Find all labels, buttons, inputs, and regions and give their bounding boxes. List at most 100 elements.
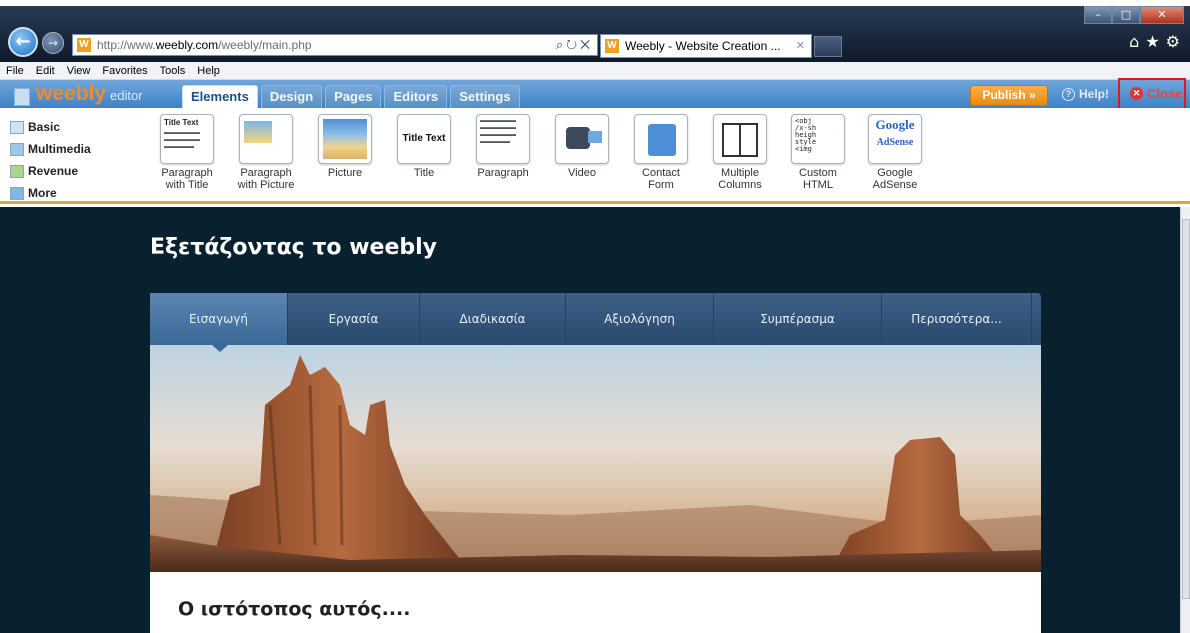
- category-revenue[interactable]: Revenue: [10, 160, 140, 182]
- nav-item-intro[interactable]: Εισαγωγή: [150, 293, 288, 352]
- element-label-line1: Paragraph: [161, 167, 213, 179]
- page-scrollbar[interactable]: [1180, 207, 1190, 633]
- tab-favicon-icon: W: [605, 39, 619, 53]
- tab-settings[interactable]: Settings: [450, 85, 520, 108]
- arrow-left-icon: ←: [15, 31, 31, 52]
- menu-edit[interactable]: Edit: [36, 65, 55, 77]
- nav-label: Περισσότερα...: [911, 312, 1002, 326]
- category-label: Basic: [28, 120, 61, 134]
- contact-card: [648, 124, 676, 156]
- code-icon: <obj/x-sh heigh style <img: [791, 114, 845, 164]
- element-paragraph-with-title[interactable]: Title Text ▬▬▬▬▬▬ ▬▬▬▬▬▬ ▬▬▬▬▬ Paragraph wi…: [153, 114, 221, 191]
- element-label-line1: Paragraph: [240, 167, 292, 179]
- browser-tools: ⌂★⚙: [1129, 32, 1186, 51]
- adsense-icon: Google AdSense: [868, 114, 922, 164]
- address-bar[interactable]: W http://www. weebly.com/weebly/main.php …: [72, 34, 598, 56]
- category-more[interactable]: More: [10, 182, 140, 204]
- menu-help[interactable]: Help: [197, 65, 220, 77]
- menu-view[interactable]: View: [67, 65, 91, 77]
- element-picture[interactable]: Picture: [314, 114, 376, 179]
- category-basic[interactable]: Basic: [10, 116, 140, 138]
- element-label-line1: Multiple: [721, 167, 759, 179]
- nav-label: Εισαγωγή: [188, 312, 248, 326]
- basic-icon: [10, 120, 24, 134]
- url-path: /weebly/main.php: [218, 38, 312, 52]
- tab-title: Weebly - Website Creation ...: [625, 39, 781, 53]
- gear-icon[interactable]: ⚙: [1166, 32, 1186, 51]
- weebly-logo-suffix: editor: [110, 88, 143, 103]
- thumb-title-text: Title Text: [164, 118, 199, 127]
- element-label-line2: with Title: [165, 179, 209, 191]
- browser-tab[interactable]: W Weebly - Website Creation ... ✕: [600, 34, 812, 58]
- paragraph-with-picture-icon: [239, 114, 293, 164]
- nav-item-evaluation[interactable]: Αξιολόγηση: [566, 293, 714, 345]
- new-tab-button[interactable]: [814, 36, 842, 57]
- content-heading[interactable]: Ο ιστότοπος αυτός....: [178, 598, 410, 620]
- element-label-line2: Columns: [718, 179, 762, 191]
- help-button[interactable]: ? Help!: [1062, 87, 1109, 101]
- revenue-icon: [10, 164, 24, 178]
- top-border: [0, 0, 1190, 6]
- weebly-logo-text: weebly: [36, 82, 107, 105]
- menu-tools[interactable]: Tools: [160, 65, 186, 77]
- stop-icon[interactable]: ✕: [580, 37, 593, 52]
- publish-button[interactable]: Publish »: [970, 85, 1048, 106]
- menu-bar: File Edit View Favorites Tools Help: [0, 62, 1190, 80]
- url-prefix: http://www.: [97, 38, 156, 52]
- nav-item-process[interactable]: Διαδικασία: [420, 293, 566, 345]
- element-paragraph[interactable]: ▬▬▬▬▬▬ ▬▬▬▬▬▬ ▬▬▬▬▬▬ ▬▬▬▬▬ Paragraph: [470, 114, 536, 179]
- element-video[interactable]: Video: [551, 114, 613, 179]
- element-multiple-columns[interactable]: Multiple Columns: [708, 114, 772, 191]
- title-icon: Title Text: [397, 114, 451, 164]
- minimize-button[interactable]: –: [1084, 6, 1112, 24]
- element-contact-form[interactable]: Contact Form: [630, 114, 692, 191]
- menu-favorites[interactable]: Favorites: [102, 65, 147, 77]
- adsense-word2: AdSense: [876, 137, 914, 148]
- search-icon[interactable]: ⌕: [556, 37, 566, 52]
- picture-icon: [318, 114, 372, 164]
- favorites-star-icon[interactable]: ★: [1145, 32, 1165, 51]
- refresh-icon[interactable]: ↻: [566, 37, 580, 52]
- menu-file[interactable]: File: [6, 65, 24, 77]
- element-google-adsense[interactable]: Google AdSense Google AdSense: [864, 114, 926, 191]
- forward-button[interactable]: →: [42, 32, 64, 54]
- element-title[interactable]: Title Text Title: [393, 114, 455, 179]
- element-label-line1: Contact: [642, 167, 680, 179]
- nav-label: Αξιολόγηση: [604, 312, 675, 326]
- elements-toolbar: Basic Multimedia Revenue More Title Text…: [0, 108, 1190, 204]
- back-button[interactable]: ←: [8, 27, 38, 57]
- nav-item-task[interactable]: Εργασία: [288, 293, 420, 345]
- home-icon[interactable]: ⌂: [1129, 32, 1145, 51]
- maximize-button[interactable]: □: [1112, 6, 1140, 24]
- element-label-line2: HTML: [803, 179, 833, 191]
- element-paragraph-with-picture[interactable]: Paragraph with Picture: [229, 114, 303, 191]
- element-label-line2: Form: [648, 179, 674, 191]
- scrollbar-thumb[interactable]: [1182, 219, 1190, 599]
- tab-design[interactable]: Design: [260, 85, 323, 108]
- arrow-right-icon: →: [47, 36, 59, 50]
- element-label: Paragraph with Picture: [229, 167, 303, 191]
- nav-label: Διαδικασία: [459, 312, 526, 326]
- category-multimedia[interactable]: Multimedia: [10, 138, 140, 160]
- category-label: Multimedia: [28, 142, 91, 156]
- tab-elements[interactable]: Elements: [182, 85, 258, 108]
- weebly-logo: weebly editor: [14, 82, 143, 106]
- element-label: Title: [393, 167, 455, 179]
- window-close-button[interactable]: ✕: [1140, 6, 1184, 24]
- tab-pages[interactable]: Pages: [325, 85, 382, 108]
- help-icon: ?: [1062, 87, 1075, 101]
- columns-icon: [713, 114, 767, 164]
- editor-tabs: Elements Design Pages Editors Settings: [182, 85, 523, 108]
- content-section[interactable]: Ο ιστότοπος αυτός....: [150, 572, 1041, 633]
- nav-item-conclusion[interactable]: Συμπέρασμα: [714, 293, 882, 345]
- tab-editors[interactable]: Editors: [384, 85, 448, 108]
- nav-item-more[interactable]: Περισσότερα...: [882, 293, 1032, 345]
- tab-close-icon[interactable]: ✕: [796, 39, 805, 52]
- element-label: Google AdSense: [864, 167, 926, 191]
- header-banner-image[interactable]: [150, 345, 1041, 572]
- element-custom-html[interactable]: <obj/x-sh heigh style <img Custom HTML: [788, 114, 848, 191]
- element-label: Contact Form: [630, 167, 692, 191]
- site-title[interactable]: Εξετάζοντας το weebly: [150, 235, 437, 260]
- category-label: Revenue: [28, 164, 79, 178]
- nav-label: Συμπέρασμα: [760, 312, 835, 326]
